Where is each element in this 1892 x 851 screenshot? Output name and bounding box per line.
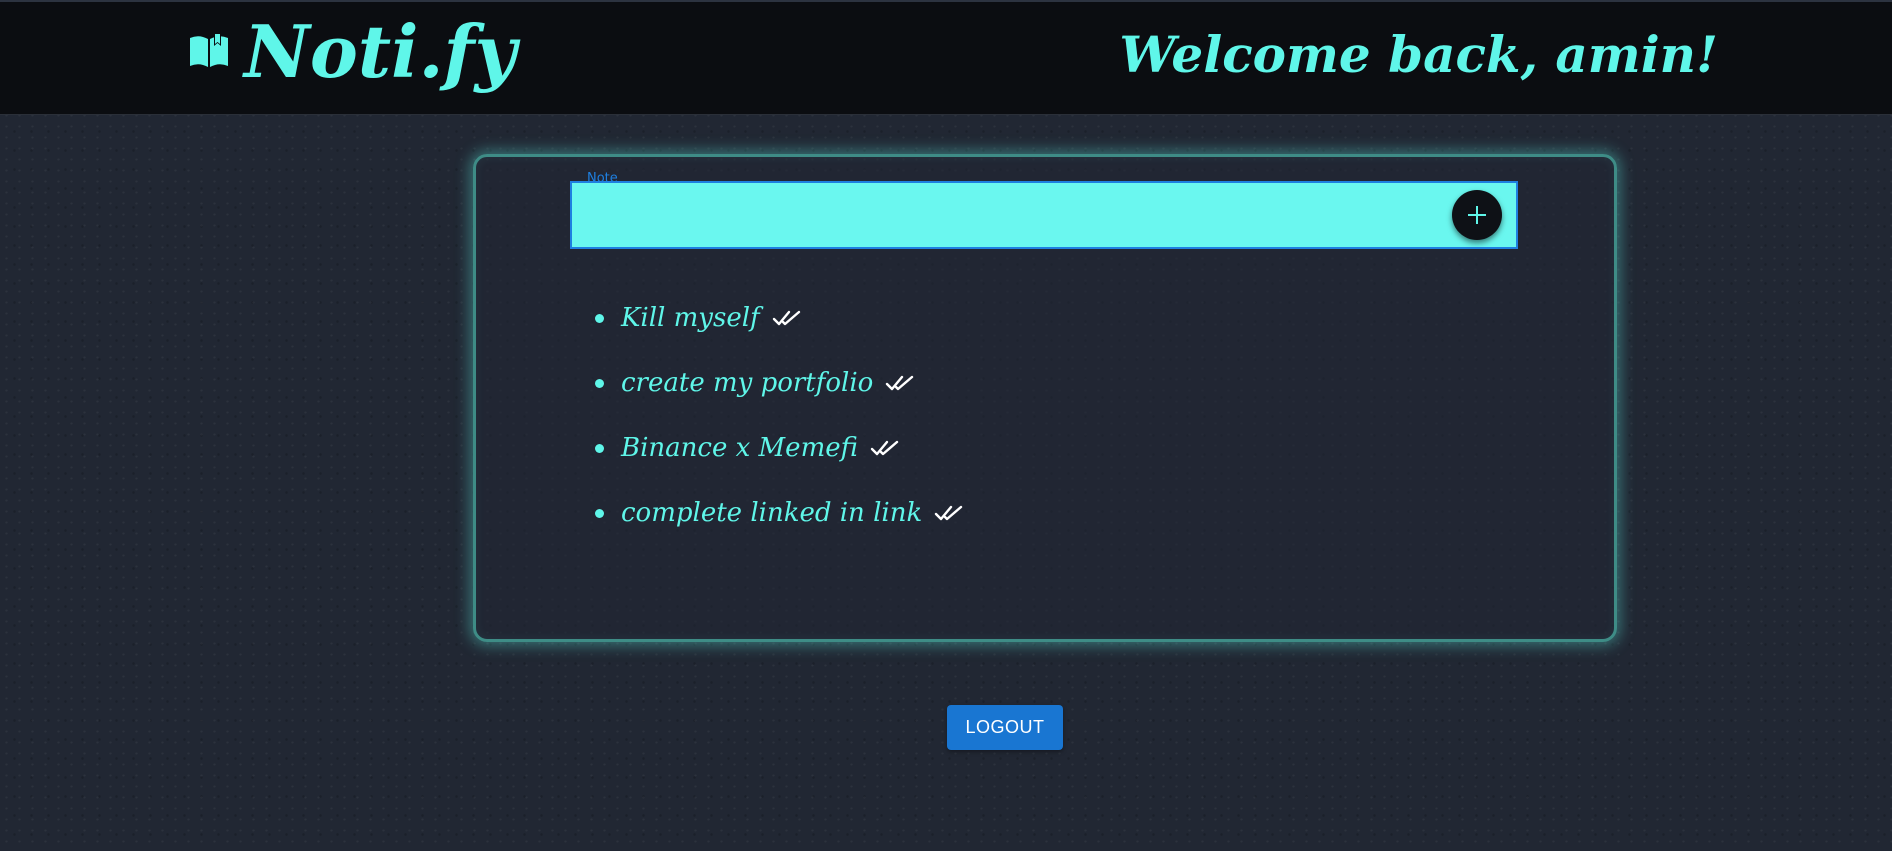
double-check-icon[interactable] — [870, 439, 900, 457]
note-input[interactable] — [578, 191, 1442, 241]
plus-icon — [1468, 206, 1486, 224]
todo-text: create my portfolio — [621, 368, 874, 398]
list-bullet — [595, 508, 604, 518]
welcome-message: Welcome back, amin! — [1119, 25, 1718, 84]
logout-button[interactable]: LOGOUT — [947, 705, 1063, 750]
app-title: Noti.fy — [244, 9, 517, 94]
open-book-icon — [190, 34, 228, 67]
double-check-icon[interactable] — [772, 309, 802, 327]
todo-text: complete linked in link — [621, 498, 923, 528]
brand[interactable]: Noti.fy — [188, 16, 516, 88]
todo-item: Binance x Memefi — [595, 435, 900, 461]
todo-text: Kill myself — [621, 303, 760, 333]
double-check-icon[interactable] — [885, 374, 915, 392]
list-bullet — [595, 443, 604, 453]
note-field-label: Note — [587, 171, 618, 186]
todo-item: create my portfolio — [595, 370, 915, 396]
double-check-icon[interactable] — [934, 504, 964, 522]
app-header: Noti.fy Welcome back, amin! — [0, 2, 1892, 115]
add-note-button[interactable] — [1452, 190, 1502, 240]
todo-item: Kill myself — [595, 305, 802, 331]
todo-text: Binance x Memefi — [621, 433, 858, 463]
todo-item: complete linked in link — [595, 500, 964, 526]
note-field[interactable] — [570, 181, 1518, 249]
list-bullet — [595, 378, 604, 388]
list-bullet — [595, 313, 604, 323]
